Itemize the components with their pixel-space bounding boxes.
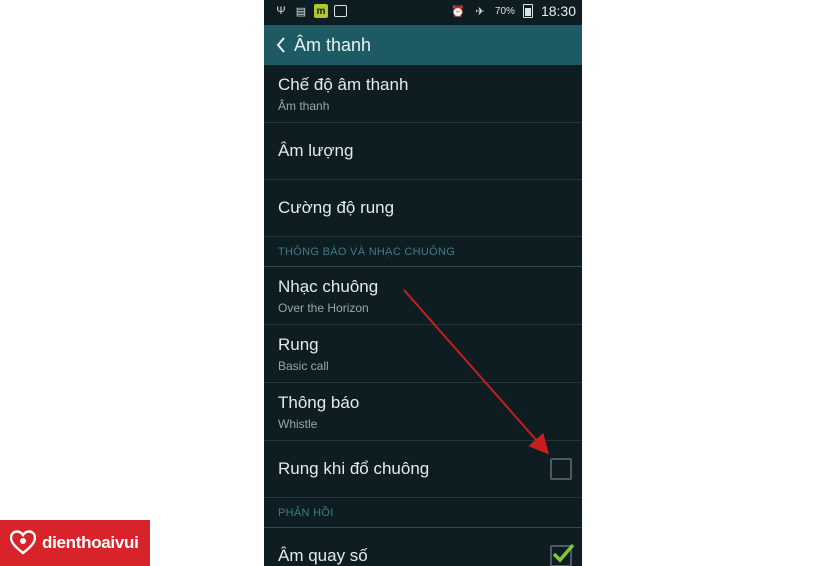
setting-label: Âm lượng xyxy=(278,141,354,160)
checkmark-icon xyxy=(552,543,575,563)
setting-vibrate-when-ringing[interactable]: Rung khi đổ chuông xyxy=(264,441,582,498)
setting-value: Basic call xyxy=(278,359,329,373)
settings-list: Chế độ âm thanh Âm thanh Âm lượng Cường … xyxy=(264,65,582,566)
setting-ringtone[interactable]: Nhạc chuông Over the Horizon xyxy=(264,267,582,325)
setting-sound-mode[interactable]: Chế độ âm thanh Âm thanh xyxy=(264,65,582,123)
voicemail-icon: ▤ xyxy=(295,5,307,18)
setting-label: Cường độ rung xyxy=(278,198,395,217)
setting-volume[interactable]: Âm lượng xyxy=(264,123,582,180)
setting-value: Âm thanh xyxy=(278,99,330,113)
setting-label: Rung xyxy=(278,335,319,354)
section-header-feedback: PHẢN HỒI xyxy=(264,498,582,528)
check-box-icon xyxy=(334,5,347,17)
heart-logo-icon xyxy=(10,530,36,555)
setting-vibration[interactable]: Rung Basic call xyxy=(264,325,582,383)
status-system: ⏰ ✈ 70% 18:30 xyxy=(451,3,576,19)
setting-value: Over the Horizon xyxy=(278,301,369,315)
back-arrow-icon[interactable] xyxy=(270,25,292,65)
setting-value: Whistle xyxy=(278,417,318,431)
usb-icon: Ψ xyxy=(276,5,286,17)
phone-screen: Ψ ▤ m ⏰ ✈ 70% 18:30 Âm thanh Chế độ âm t… xyxy=(264,0,582,566)
setting-dialing-keypad-tone[interactable]: Âm quay số xyxy=(264,528,582,566)
setting-label: Nhạc chuông xyxy=(278,277,379,296)
alarm-icon: ⏰ xyxy=(451,5,465,18)
setting-notification-sound[interactable]: Thông báo Whistle xyxy=(264,383,582,441)
screenshot-stage: Ψ ▤ m ⏰ ✈ 70% 18:30 Âm thanh Chế độ âm t… xyxy=(0,0,840,566)
vibrate-when-ringing-checkbox[interactable] xyxy=(550,458,572,480)
m-app-icon: m xyxy=(314,4,328,18)
page-title: Âm thanh xyxy=(294,34,372,55)
setting-vibration-intensity[interactable]: Cường độ rung xyxy=(264,180,582,237)
setting-label: Rung khi đổ chuông xyxy=(278,459,430,478)
status-notifications: Ψ ▤ m xyxy=(274,4,347,18)
battery-icon xyxy=(522,4,533,18)
setting-label: Âm quay số xyxy=(278,546,368,565)
action-bar: Âm thanh xyxy=(264,25,582,65)
status-bar: Ψ ▤ m ⏰ ✈ 70% 18:30 xyxy=(264,0,582,25)
setting-label: Chế độ âm thanh xyxy=(278,75,409,94)
brand-logo: dienthoaivui xyxy=(0,520,150,566)
airplane-icon: ✈ xyxy=(475,5,485,18)
dialing-tone-checkbox[interactable] xyxy=(550,543,575,566)
battery-percent: 70% xyxy=(494,5,515,17)
section-header-notifications: THÔNG BÁO VÀ NHẠC CHUÔNG xyxy=(264,237,582,267)
clock: 18:30 xyxy=(540,3,576,19)
setting-label: Thông báo xyxy=(278,393,360,412)
brand-name: dienthoaivui xyxy=(42,533,139,552)
